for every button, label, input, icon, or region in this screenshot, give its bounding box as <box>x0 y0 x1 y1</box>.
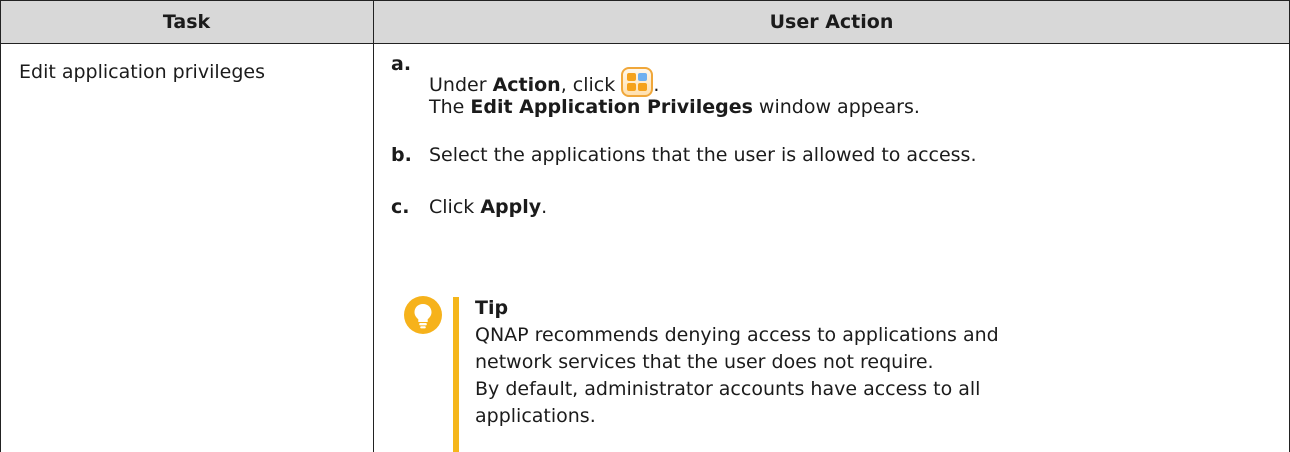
header-user-action: User Action <box>769 11 894 33</box>
lightbulb-icon <box>404 296 442 334</box>
tip-accent-bar-lower <box>453 403 459 452</box>
step-c-bold-apply: Apply <box>480 196 542 218</box>
step-c-post: . <box>541 196 548 218</box>
step-b-text: Select the applications that the user is… <box>429 144 977 166</box>
tip-line-1: QNAP recommends denying access to applic… <box>475 324 999 346</box>
column-divider <box>373 0 374 452</box>
step-a-line2-post: window appears. <box>752 96 920 118</box>
step-a-bold-action: Action <box>492 74 561 96</box>
tip-accent-bar <box>453 297 459 403</box>
tip-line-2: network services that the user does not … <box>475 351 934 373</box>
step-a-post: . <box>653 74 660 96</box>
step-a-line2: The Edit Application Privileges window a… <box>429 94 920 120</box>
step-a-mid: , click <box>560 74 616 96</box>
step-a-letter: a. <box>391 53 412 75</box>
tip-line-4: applications. <box>475 405 596 427</box>
step-b-letter: b. <box>391 144 412 166</box>
task-cell: Edit application privileges <box>19 61 265 83</box>
table-header-row: Task User Action <box>0 0 1290 44</box>
task-table: Task User Action Edit application privil… <box>0 0 1290 452</box>
tip-title: Tip <box>475 297 509 319</box>
step-c-pre: Click <box>429 196 481 218</box>
step-c-text: Click Apply. <box>429 194 547 220</box>
step-c-letter: c. <box>391 196 410 218</box>
step-a-pre: Under <box>429 74 493 96</box>
header-task: Task <box>162 11 211 33</box>
application-privileges-icon <box>621 67 654 97</box>
step-a-line2-bold: Edit Application Privileges <box>470 96 753 118</box>
step-a-line2-pre: The <box>429 96 471 118</box>
tip-line-3: By default, administrator accounts have … <box>475 378 981 400</box>
table-border-left <box>0 0 1 452</box>
